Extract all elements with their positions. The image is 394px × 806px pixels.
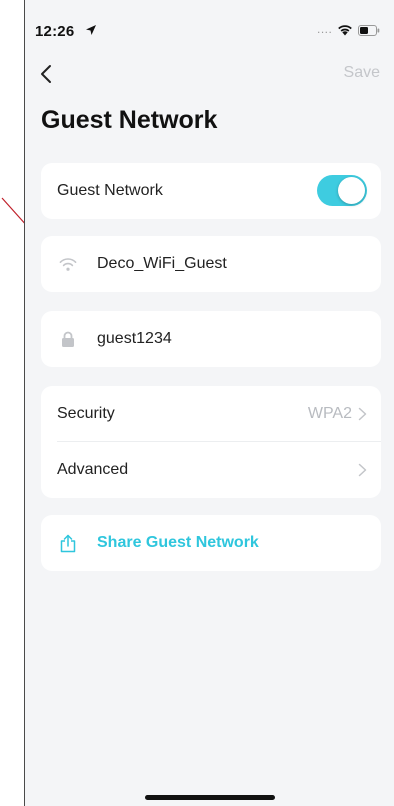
share-guest-network-button[interactable]: Share Guest Network <box>41 515 381 571</box>
wifi-icon <box>57 255 79 273</box>
guest-network-toggle[interactable] <box>317 175 367 206</box>
signal-indicator: .... <box>317 22 333 36</box>
status-bar: 12:26 .... <box>25 0 394 44</box>
battery-icon <box>358 25 380 36</box>
page-title: Guest Network <box>41 106 218 134</box>
chevron-left-icon <box>41 65 51 83</box>
guest-network-row: Guest Network <box>41 163 381 219</box>
guest-network-card: Guest Network <box>41 163 381 219</box>
save-button[interactable]: Save <box>344 64 380 82</box>
phone-screen: 12:26 .... Save Guest Network Guest Netw… <box>24 0 394 806</box>
lock-icon <box>57 330 79 348</box>
screen: 12:26 .... Save Guest Network Guest Netw… <box>0 0 394 806</box>
back-button[interactable] <box>33 60 59 88</box>
advanced-label: Advanced <box>57 461 129 478</box>
security-value: WPA2 <box>307 405 352 422</box>
password-value: guest1234 <box>97 330 172 347</box>
location-arrow-icon <box>86 25 96 35</box>
settings-card: Security WPA2 Advanced <box>41 386 381 498</box>
share-icon <box>57 534 79 552</box>
share-label: Share Guest Network <box>97 534 259 551</box>
toggle-knob <box>338 177 365 204</box>
ssid-field[interactable]: Deco_WiFi_Guest <box>41 236 381 292</box>
ssid-value: Deco_WiFi_Guest <box>97 255 227 272</box>
chevron-right-icon <box>358 463 367 477</box>
share-card: Share Guest Network <box>41 515 381 571</box>
security-label: Security <box>57 405 115 422</box>
status-time: 12:26 <box>35 23 75 40</box>
advanced-row[interactable]: Advanced <box>41 442 381 498</box>
password-field[interactable]: guest1234 <box>41 311 381 367</box>
home-indicator[interactable] <box>145 795 275 800</box>
security-row[interactable]: Security WPA2 <box>41 386 381 442</box>
ssid-card: Deco_WiFi_Guest <box>41 236 381 292</box>
wifi-icon <box>338 25 352 36</box>
password-card: guest1234 <box>41 311 381 367</box>
chevron-right-icon <box>358 407 367 421</box>
